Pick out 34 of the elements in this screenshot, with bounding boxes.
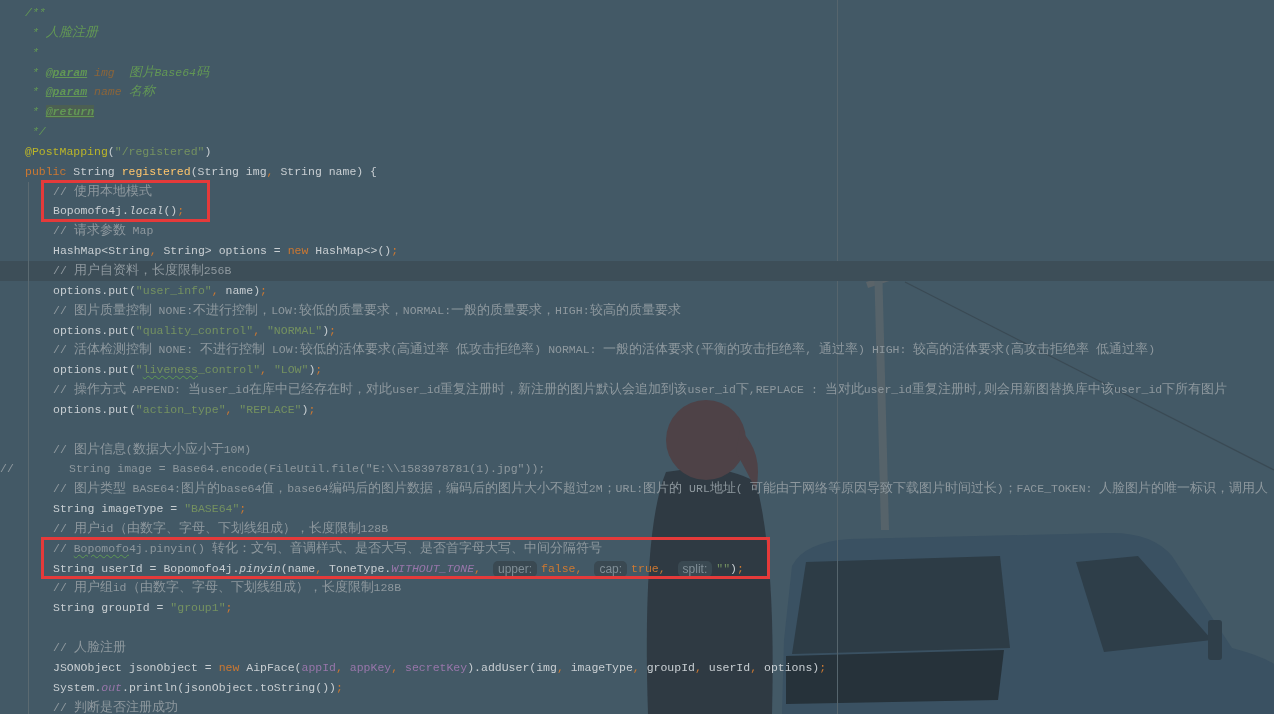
doc-comment-line: */ <box>30 125 46 139</box>
code-line: Bopomofo4j.local(); <box>53 204 185 218</box>
comment-line: // 用户id（由数字、字母、下划线组成），长度限制128B <box>53 521 389 535</box>
code-line: options.put("action_type", "REPLACE"); <box>53 402 316 416</box>
code-text: String userId = Bopomofo4j.pinyin(name, ToneType.WITHOUT_TONE, <box>53 561 481 575</box>
parameter-hint: upper: <box>492 560 537 577</box>
code-line: options.put("user_info", name); <box>53 283 267 297</box>
comment-line: // 判断是否注册成功 <box>53 700 178 714</box>
comment-line: // 用户自资料，长度限制256B <box>53 263 232 277</box>
code-line: HashMap<String, String> options = new HashMap<>(); <box>53 244 399 258</box>
parameter-hint: cap: <box>594 560 628 577</box>
doc-comment-line: * <box>30 45 39 59</box>
comment-line: // 人脸注册 <box>53 641 126 654</box>
code-line: String groupId = "group1"; <box>53 601 233 615</box>
annotation-line: @PostMapping("/registered") <box>25 144 212 158</box>
doc-comment-line: * @param img 图片Base64码 <box>30 65 209 79</box>
code-line: String imageType = "BASE64"; <box>53 502 247 516</box>
comment-line: // Bopomofo4j.pinyin() 转化：文句、音调样式、是否大写、是否首字母大写、中间分隔符号 <box>53 541 602 555</box>
doc-comment-line: /** <box>25 6 46 19</box>
code-line: options.put("quality_control", "NORMAL"); <box>53 323 336 337</box>
comment-line: // 用户组id（由数字、字母、下划线组成），长度限制128B <box>53 581 402 595</box>
commented-out-line: // String image = Base64.encode(FileUtil.file("E:\\1583978781(1).jpg")); <box>0 462 546 476</box>
comment-line: // 图片信息(数据大小应小于10M) <box>53 442 252 456</box>
comment-line: // 请求参数 Map <box>53 224 154 238</box>
code-text: true, <box>631 561 666 575</box>
code-line: JSONObject jsonObject = new AipFace(appId, appKey, secretKey).addUser(img, imageType, groupId, userId, options); <box>53 660 827 674</box>
code-text: ""); <box>716 561 744 575</box>
code-text: false, <box>541 561 583 575</box>
method-signature: public String registered(String img, String name) { <box>25 164 377 178</box>
comment-line: // 使用本地模式 <box>53 184 152 198</box>
comment-line: // 操作方式 APPEND: 当user_id在库中已经存在时，对此user_id重复注册时，新注册的图片默认会追加到该user_id下,REPLACE : 当对此user_id重复注册时,则会用新图替换库中该user_id下所有图片 <box>53 383 1228 397</box>
doc-comment-line: * 人脸注册 <box>30 25 98 39</box>
doc-comment-line: * @param name 名称 <box>30 85 155 99</box>
code-line: System.out.println(jsonObject.toString()); <box>53 680 343 694</box>
